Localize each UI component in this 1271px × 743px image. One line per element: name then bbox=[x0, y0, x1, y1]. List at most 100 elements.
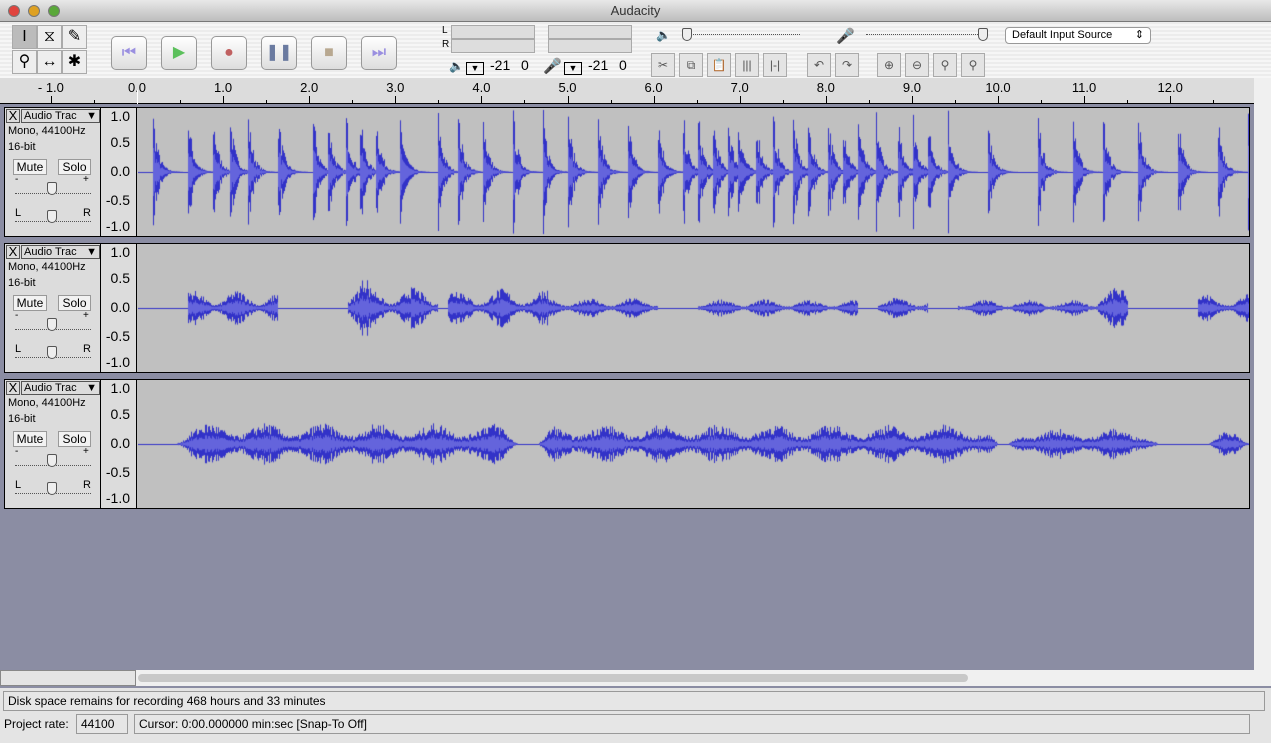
trim-outside-button[interactable]: ||| bbox=[735, 53, 759, 77]
amplitude-label: -1.0 bbox=[105, 490, 130, 506]
track-control-panel: X Audio Trac ▼ Mono, 44100Hz 16-bit Mute … bbox=[5, 108, 101, 236]
horizontal-scrollbar[interactable] bbox=[136, 670, 1254, 686]
ruler-minor-tick bbox=[352, 100, 354, 104]
amplitude-label: 0.5 bbox=[110, 134, 130, 150]
amplitude-label: -1.0 bbox=[105, 218, 130, 234]
ruler-major-tick bbox=[50, 96, 52, 104]
pan-slider[interactable] bbox=[15, 208, 91, 223]
track-format: Mono, 44100Hz bbox=[8, 261, 86, 273]
track-name-menu[interactable]: Audio Trac ▼ bbox=[21, 381, 100, 395]
vertical-scrollbar[interactable] bbox=[1254, 78, 1271, 686]
ruler-label: 6.0 bbox=[644, 80, 663, 95]
pause-button[interactable]: ❚❚ bbox=[261, 36, 297, 70]
minimize-window-button[interactable] bbox=[28, 5, 40, 17]
zoom-tool-icon[interactable]: ⚲ bbox=[12, 50, 37, 74]
ruler-label: 8.0 bbox=[816, 80, 835, 95]
ruler-label: 12.0 bbox=[1157, 80, 1183, 95]
close-track-button[interactable]: X bbox=[6, 245, 20, 259]
output-volume-slider[interactable] bbox=[682, 28, 800, 41]
waveform[interactable] bbox=[138, 108, 1249, 236]
record-meter-menu[interactable]: ▼ bbox=[564, 62, 582, 75]
play-position-marker bbox=[137, 90, 138, 104]
project-rate-field[interactable]: 44100 bbox=[76, 714, 128, 734]
gain-slider[interactable] bbox=[15, 452, 91, 467]
zoom-in-button[interactable]: ⊕ bbox=[877, 53, 901, 77]
envelope-tool-icon[interactable]: ⧖ bbox=[37, 25, 62, 49]
scroll-corner bbox=[0, 670, 136, 686]
record-meter-left bbox=[548, 25, 632, 39]
output-volume-icon: 🔈 bbox=[656, 28, 671, 42]
meter-scale-label: -21 bbox=[490, 57, 511, 73]
ruler-major-tick bbox=[567, 96, 569, 104]
paste-button[interactable]: 📋 bbox=[707, 53, 731, 77]
waveform[interactable] bbox=[138, 244, 1249, 372]
input-source-select[interactable]: Default Input Source ⇕ bbox=[1005, 27, 1151, 44]
scrollbar-thumb[interactable] bbox=[138, 674, 968, 682]
close-track-button[interactable]: X bbox=[6, 381, 20, 395]
ruler-label: - 1.0 bbox=[37, 80, 64, 95]
selection-tool-icon[interactable]: I bbox=[12, 25, 37, 49]
close-window-button[interactable] bbox=[8, 5, 20, 17]
pan-slider[interactable] bbox=[15, 480, 91, 495]
ruler-minor-tick bbox=[1213, 100, 1215, 104]
playback-meter-right bbox=[451, 39, 535, 53]
ruler-minor-tick bbox=[1041, 100, 1042, 104]
meter-scale-label: -21 bbox=[588, 57, 609, 73]
mute-button[interactable]: Mute bbox=[13, 159, 47, 175]
skip-end-button[interactable]: ⏭ bbox=[361, 36, 397, 70]
mute-button[interactable]: Mute bbox=[13, 431, 47, 447]
skip-start-button[interactable]: ⏮ bbox=[111, 36, 147, 70]
amplitude-ruler: 1.0 0.5 0.0 -0.5 -1.0 bbox=[101, 108, 137, 236]
ruler-label: 9.0 bbox=[902, 80, 921, 95]
playback-meter-left bbox=[451, 25, 535, 39]
meter-scale-label: 0 bbox=[521, 57, 529, 73]
waveform[interactable] bbox=[138, 380, 1249, 508]
ruler-label: 2.0 bbox=[300, 80, 319, 95]
fit-project-button[interactable]: ⚲ bbox=[961, 53, 985, 77]
ruler-minor-tick bbox=[438, 100, 440, 104]
redo-button[interactable]: ↷ bbox=[835, 53, 859, 77]
multi-tool-icon[interactable]: ✱ bbox=[62, 50, 87, 74]
amplitude-label: -0.5 bbox=[105, 192, 130, 208]
gain-slider[interactable] bbox=[15, 316, 91, 331]
track-name-menu[interactable]: Audio Trac ▼ bbox=[21, 109, 100, 123]
draw-tool-icon[interactable]: ✎ bbox=[62, 25, 87, 49]
mute-button[interactable]: Mute bbox=[13, 295, 47, 311]
amplitude-ruler: 1.0 0.5 0.0 -0.5 -1.0 bbox=[101, 380, 137, 508]
timeline-ruler[interactable]: - 1.0 0.0 1.0 2.0 3.0 4.0 5.0 6.0 7.0 8.0 9.0 10.0 1… bbox=[0, 78, 1254, 104]
audio-track[interactable]: X Audio Trac ▼ Mono, 44100Hz 16-bit Mute … bbox=[4, 243, 1250, 373]
playback-meter-menu[interactable]: ▼ bbox=[466, 62, 484, 75]
microphone-icon: 🎤 bbox=[543, 58, 562, 75]
gain-slider[interactable] bbox=[15, 180, 91, 195]
silence-button[interactable]: |-| bbox=[763, 53, 787, 77]
pan-slider[interactable] bbox=[15, 344, 91, 359]
solo-button[interactable]: Solo bbox=[58, 159, 91, 175]
copy-button[interactable]: ⧉ bbox=[679, 53, 703, 77]
ruler-major-tick bbox=[1084, 96, 1086, 104]
undo-button[interactable]: ↶ bbox=[807, 53, 831, 77]
ruler-major-tick bbox=[739, 96, 741, 104]
solo-button[interactable]: Solo bbox=[58, 431, 91, 447]
audio-track[interactable]: X Audio Trac ▼ Mono, 44100Hz 16-bit Mute … bbox=[4, 379, 1250, 509]
fit-selection-button[interactable]: ⚲ bbox=[933, 53, 957, 77]
ruler-minor-tick bbox=[610, 100, 612, 104]
zoom-out-button[interactable]: ⊖ bbox=[905, 53, 929, 77]
zoom-window-button[interactable] bbox=[48, 5, 60, 17]
ruler-minor-tick bbox=[524, 100, 526, 104]
stop-button[interactable]: ■ bbox=[311, 36, 347, 70]
ruler-minor-tick bbox=[180, 100, 181, 104]
amplitude-label: -0.5 bbox=[105, 328, 130, 344]
solo-button[interactable]: Solo bbox=[58, 295, 91, 311]
ruler-label: 3.0 bbox=[386, 80, 405, 95]
ruler-label: 7.0 bbox=[730, 80, 749, 95]
amplitude-ruler: 1.0 0.5 0.0 -0.5 -1.0 bbox=[101, 244, 137, 372]
record-button[interactable]: ● bbox=[211, 36, 247, 70]
audio-track[interactable]: X Audio Trac ▼ Mono, 44100Hz 16-bit Mute … bbox=[4, 107, 1250, 237]
track-name-menu[interactable]: Audio Trac ▼ bbox=[21, 245, 100, 259]
input-volume-slider[interactable] bbox=[866, 28, 988, 41]
play-button[interactable]: ▶ bbox=[161, 36, 197, 70]
timeshift-tool-icon[interactable]: ↔ bbox=[37, 50, 62, 74]
ruler-major-tick bbox=[1170, 96, 1172, 104]
trim-button[interactable]: ✂ bbox=[651, 53, 675, 77]
close-track-button[interactable]: X bbox=[6, 109, 20, 123]
